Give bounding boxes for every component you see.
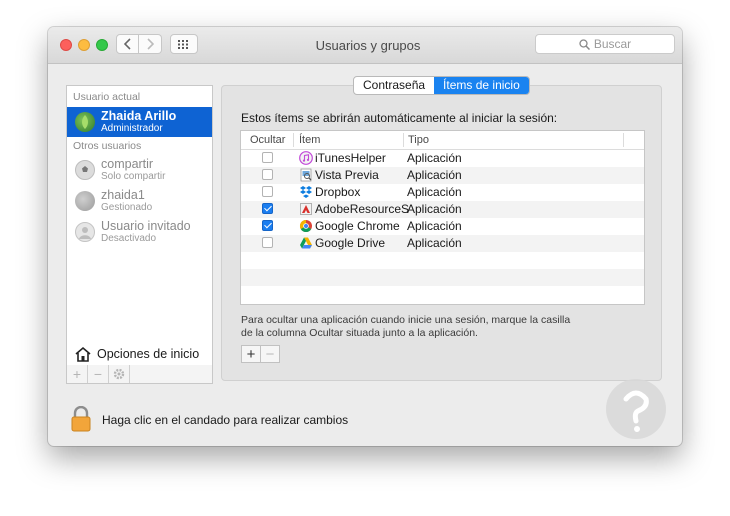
table-row-empty — [241, 269, 644, 286]
tab-bar: Contraseña Ítems de inicio — [353, 76, 530, 95]
help-text: Para ocultar una aplicación cuando inici… — [241, 314, 601, 340]
dropbox-icon — [300, 186, 312, 198]
chrome-icon — [299, 220, 312, 233]
google-drive-icon — [300, 237, 312, 249]
add-item-button[interactable]: + — [242, 346, 261, 363]
tab-login-items[interactable]: Ítems de inicio — [434, 77, 529, 94]
title-bar: Usuarios y grupos Buscar — [48, 27, 682, 64]
user-list: Usuario actual Zhaida Arillo Administrad… — [66, 85, 213, 380]
user-role: Gestionado — [101, 202, 153, 213]
item-name: Google Chrome — [315, 219, 400, 233]
itunes-icon — [299, 151, 313, 165]
hide-checkbox[interactable] — [262, 186, 273, 197]
gear-icon[interactable] — [109, 365, 130, 383]
help-text-line: Para ocultar una aplicación cuando inici… — [241, 314, 571, 326]
chevron-left-icon — [123, 38, 131, 50]
item-type: Aplicación — [407, 151, 462, 165]
search-placeholder: Buscar — [593, 37, 632, 51]
table-row[interactable]: Vista Previa Aplicación — [241, 167, 644, 184]
zoom-window-button[interactable] — [96, 39, 108, 51]
soccer-ball-icon — [75, 160, 95, 180]
user-role: Desactivado — [101, 233, 157, 244]
remove-item-button[interactable]: − — [261, 346, 279, 363]
user-name: compartir — [101, 157, 154, 171]
item-type: Aplicación — [407, 168, 462, 182]
table-row[interactable]: Dropbox Aplicación — [241, 184, 644, 201]
item-name: iTunesHelper — [315, 151, 386, 165]
column-header-hide[interactable]: Ocultar — [250, 134, 285, 146]
item-name: AdobeResourceS — [315, 202, 410, 216]
preview-icon — [300, 168, 312, 182]
add-user-button[interactable]: + — [67, 365, 88, 383]
window-title: Usuarios y grupos — [315, 38, 421, 53]
lock-message: Haga clic en el candado para realizar ca… — [102, 413, 349, 427]
table-row-empty — [241, 286, 644, 303]
other-users-section-label: Otros usuarios — [73, 140, 142, 152]
search-icon — [579, 38, 590, 50]
login-items-add-remove: + − — [241, 345, 280, 363]
login-options-button[interactable]: Opciones de inicio — [67, 342, 212, 366]
avatar — [75, 191, 95, 211]
house-icon — [75, 346, 91, 362]
user-row-shared[interactable]: compartir Solo compartir — [67, 155, 212, 185]
user-row-current[interactable]: Zhaida Arillo Administrador — [67, 107, 212, 137]
user-list-toolbar: + − — [66, 365, 213, 384]
item-name: Google Drive — [315, 236, 386, 250]
back-button[interactable] — [116, 34, 139, 54]
login-items-table: Ocultar Ítem Tipo iTunesHelper Aplicació… — [240, 130, 645, 305]
table-row[interactable]: Google Drive Aplicación — [241, 235, 644, 252]
item-type: Aplicación — [407, 185, 462, 199]
instructions-text: Estos ítems se abrirán automáticamente a… — [241, 111, 558, 125]
lock-icon[interactable] — [70, 406, 92, 432]
minimize-window-button[interactable] — [78, 39, 90, 51]
guest-user-icon — [75, 222, 95, 242]
adobe-icon — [300, 203, 312, 215]
grid-icon — [178, 39, 188, 49]
table-row[interactable]: Google Chrome Aplicación — [241, 218, 644, 235]
user-name: Usuario invitado — [101, 219, 191, 233]
user-role: Solo compartir — [101, 171, 166, 182]
item-name: Dropbox — [315, 185, 361, 199]
hide-checkbox[interactable] — [262, 152, 273, 163]
item-type: Aplicación — [407, 219, 462, 233]
column-header-type[interactable]: Tipo — [408, 134, 429, 146]
table-row-empty — [241, 252, 644, 269]
avatar — [75, 112, 95, 132]
current-user-section-label: Usuario actual — [73, 91, 141, 103]
tab-password[interactable]: Contraseña — [354, 77, 434, 94]
remove-user-button[interactable]: − — [88, 365, 109, 383]
leaf-icon — [82, 115, 88, 129]
chevron-right-icon — [147, 38, 154, 50]
help-text-line: de la columna Ocultar situada junto a la… — [241, 327, 478, 339]
item-type: Aplicación — [407, 202, 462, 216]
table-row[interactable]: iTunesHelper Aplicación — [241, 150, 644, 167]
user-name: zhaida1 — [101, 188, 145, 202]
user-row-guest[interactable]: Usuario invitado Desactivado — [67, 217, 212, 247]
item-name: Vista Previa — [315, 168, 379, 182]
forward-button[interactable] — [139, 34, 162, 54]
hide-checkbox[interactable] — [262, 169, 273, 180]
hide-checkbox[interactable] — [262, 237, 273, 248]
table-row[interactable]: AdobeResourceS Aplicación — [241, 201, 644, 218]
login-options-label: Opciones de inicio — [97, 347, 200, 361]
show-all-button[interactable] — [170, 34, 198, 54]
table-header: Ocultar Ítem Tipo — [241, 131, 644, 150]
user-name: Zhaida Arillo — [101, 109, 177, 123]
user-row-zhaida1[interactable]: zhaida1 Gestionado — [67, 186, 212, 216]
hide-checkbox[interactable] — [262, 203, 273, 214]
user-role: Administrador — [101, 123, 163, 134]
close-window-button[interactable] — [60, 39, 72, 51]
item-type: Aplicación — [407, 236, 462, 250]
site-logo — [606, 379, 666, 439]
hide-checkbox[interactable] — [262, 220, 273, 231]
search-field[interactable]: Buscar — [535, 34, 675, 54]
column-header-item[interactable]: Ítem — [299, 134, 320, 146]
